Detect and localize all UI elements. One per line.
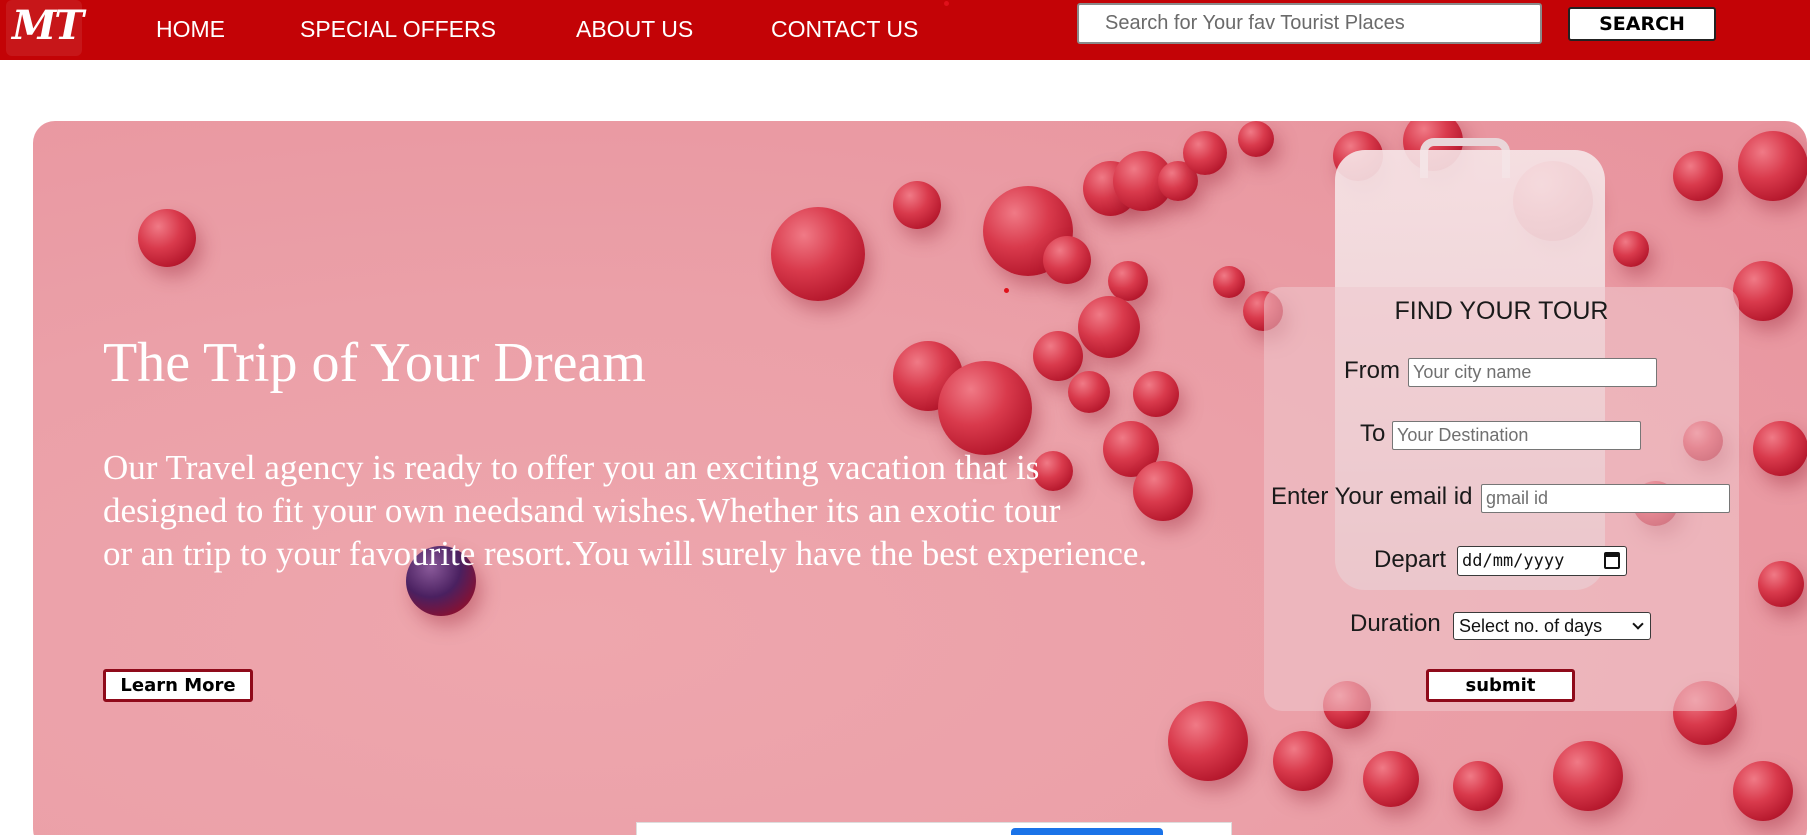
decor-ball <box>1758 561 1804 607</box>
to-label: To <box>1360 420 1386 447</box>
nav-about-us[interactable]: ABOUT US <box>576 16 693 43</box>
decor-ball <box>893 181 941 229</box>
nav-contact-us[interactable]: CONTACT US <box>771 16 918 43</box>
duration-label: Duration <box>1350 610 1441 637</box>
decor-ball <box>1738 131 1807 201</box>
from-label: From <box>1344 357 1400 384</box>
decor-ball <box>1733 261 1793 321</box>
decor-ball <box>1033 331 1083 381</box>
decor-dot <box>944 1 949 6</box>
depart-label: Depart <box>1374 546 1447 573</box>
search-input[interactable] <box>1077 3 1542 44</box>
decor-ball <box>771 207 865 301</box>
duration-selected-value: Select no. of days <box>1459 616 1603 636</box>
hero-description: Our Travel agency is ready to offer you … <box>103 446 1273 575</box>
to-input[interactable] <box>1392 421 1641 450</box>
decor-ball <box>1078 296 1140 358</box>
content-card-accent <box>1011 828 1163 835</box>
brand-logo[interactable]: MT <box>6 0 84 56</box>
hero-description-line: Our Travel agency is ready to offer you … <box>103 448 1040 487</box>
decor-ball <box>1363 751 1419 807</box>
nav-special-offers[interactable]: SPECIAL OFFERS <box>300 16 496 43</box>
decor-ball <box>938 361 1032 455</box>
decor-ball <box>1043 236 1091 284</box>
duration-select[interactable]: Select no. of days <box>1453 612 1651 640</box>
decor-ball <box>1213 266 1245 298</box>
decor-ball <box>1108 261 1148 301</box>
chevron-down-icon <box>1632 618 1644 630</box>
from-input[interactable] <box>1408 358 1657 387</box>
find-tour-title: FIND YOUR TOUR <box>1394 297 1609 325</box>
decor-ball <box>1753 421 1807 476</box>
decor-ball <box>1453 761 1503 811</box>
decor-ball <box>1133 371 1179 417</box>
decor-ball <box>1733 761 1793 821</box>
depart-date-input[interactable]: dd/mm/yyyy <box>1457 546 1627 576</box>
decor-ball <box>1673 151 1723 201</box>
nav-home[interactable]: HOME <box>156 16 225 43</box>
learn-more-button[interactable]: Learn More <box>103 669 253 702</box>
submit-button[interactable]: submit <box>1426 669 1575 702</box>
email-label: Enter Your email id <box>1271 483 1473 510</box>
decor-ball <box>1553 741 1623 811</box>
hero-description-line: designed to fit your own needsand wishes… <box>103 491 1061 530</box>
decor-ball <box>1168 701 1248 781</box>
decor-ball <box>1238 121 1274 157</box>
decor-ball <box>1183 131 1227 175</box>
calendar-icon[interactable] <box>1604 552 1620 569</box>
hero-title: The Trip of Your Dream <box>103 332 646 394</box>
navbar: MT HOME SPECIAL OFFERS ABOUT US CONTACT … <box>0 0 1810 60</box>
decor-ball <box>138 209 196 267</box>
hero-description-line: or an trip to your favourite resort.You … <box>103 534 1148 573</box>
search-button[interactable]: SEARCH <box>1568 7 1716 41</box>
decor-ball <box>1068 371 1110 413</box>
decor-ball <box>1273 731 1333 791</box>
decor-ball <box>1613 231 1649 267</box>
decor-dot <box>1004 288 1009 293</box>
depart-date-value: dd/mm/yyyy <box>1462 551 1565 571</box>
email-input[interactable] <box>1481 484 1730 513</box>
